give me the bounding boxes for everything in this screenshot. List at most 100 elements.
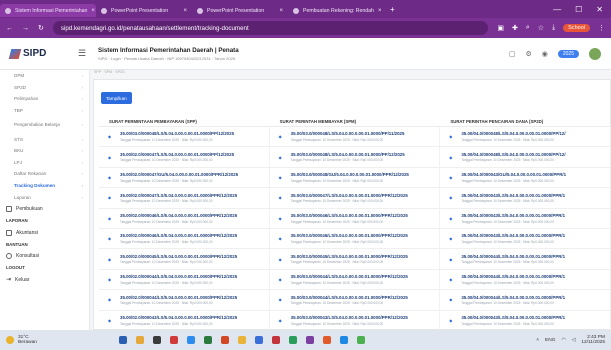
sidebar-item[interactable]: BKU ›	[0, 145, 89, 157]
volume-icon[interactable]: ◁	[572, 338, 576, 343]
cell-spp[interactable]: ◆ 35.00/02.0/000047/LS/5.04.0.00.0.00.01.…	[99, 188, 270, 208]
taskbar-app-icon[interactable]	[271, 336, 280, 344]
cell-spm[interactable]: ◆ 35.00/03.0/000047/LS/5.04.0.00.0.00.01.…	[270, 188, 441, 208]
close-window-button[interactable]: ✕	[596, 5, 603, 14]
hamburger-menu-icon[interactable]: ☰	[78, 48, 90, 59]
cell-sp2d[interactable]: ◆ 35.00/04.0/000043/LS/5.04.0.00.0.00.01.…	[440, 208, 611, 228]
settings-gear-icon[interactable]: ⚙	[525, 50, 531, 58]
sidebar-item[interactable]: Pengembalian Belanja ›	[0, 116, 89, 133]
wifi-icon[interactable]: ◠	[561, 338, 565, 343]
cell-spm[interactable]: ◆ 35.00/03.0/000048/LS/5.04.0.00.0.00.01.…	[270, 147, 441, 167]
language-indicator[interactable]: ENG	[545, 338, 555, 343]
show-button[interactable]: Tampilkan	[101, 92, 132, 104]
cell-spp[interactable]: ◆ 35.00/02.0/000044/LS/5.04.0.00.0.00.01.…	[99, 269, 270, 290]
taskbar-app-icon[interactable]	[356, 336, 365, 344]
tab-close-icon[interactable]: ×	[179, 8, 187, 14]
taskbar-app-icon[interactable]	[152, 336, 161, 344]
sipd-logo[interactable]: SIPD	[0, 48, 78, 59]
cell-spp[interactable]: ◆ 35.00/02.0/000045/LS/5.04.0.00.0.00.01.…	[99, 249, 270, 269]
cell-sp2d[interactable]: ◆ 35.00/04.0/000043/LS/5.04.0.00.0.00.01.…	[440, 188, 611, 208]
user-avatar[interactable]	[589, 47, 601, 60]
layout-icon[interactable]: ▢	[509, 50, 516, 58]
minimize-button[interactable]: —	[553, 5, 561, 14]
cell-sp2d[interactable]: ◆ 35.00/04.0/000048/LS/5.04.0.00.0.00.01.…	[440, 147, 611, 167]
year-badge[interactable]: 2025	[557, 49, 579, 58]
chevron-right-icon: ›	[81, 159, 83, 165]
weather-widget[interactable]: 31°C Berawan	[6, 335, 37, 346]
back-icon[interactable]: ←	[6, 25, 13, 32]
url-input[interactable]: sipd.kemendagri.go.id/penatausahaan/sett…	[52, 21, 489, 35]
cell-spp[interactable]: ◆ 35.00/02.0/000047/LS/5.04.0.00.0.00.01.…	[99, 147, 270, 167]
sidebar-item[interactable]: SP2D ›	[0, 82, 89, 94]
cell-spp[interactable]: ◆ 35.00/02.0/000046/LS/5.04.0.00.0.00.01.…	[99, 228, 270, 249]
sidebar-item-pembukuan[interactable]: Pembukuan	[0, 203, 89, 216]
cell-spm[interactable]: ◆ 35.00/03.0/000045/LS/5.04.0.00.0.00.01.…	[270, 249, 441, 269]
browser-tab[interactable]: Sistem Informasi Pemerintahan ×	[0, 4, 96, 17]
cell-spp[interactable]: ◆ 35.00/02.0/000046/LS/5.04.0.00.0.00.01.…	[99, 208, 270, 228]
cell-spp[interactable]: ◆ 35.00/02.0/000043/LS/5.04.0.00.0.00.01.…	[99, 310, 270, 330]
browser-tab[interactable]: PowerPoint Presentation ×	[96, 4, 192, 17]
cell-spp[interactable]: ◆ 35.00/03.0/000048/LS/5.04.0.00.0.00.01.…	[99, 127, 270, 147]
cell-spm[interactable]: ◆ 35.00/03.0/000046/LS/5.04.0.00.0.00.01.…	[270, 228, 441, 249]
cell-spp[interactable]: ◆ 35.00/02.0/000044/LS/5.04.0.00.0.00.01.…	[99, 290, 270, 310]
taskbar-app-icon[interactable]	[186, 336, 195, 344]
sidebar-item[interactable]: Laporan ›	[0, 191, 89, 203]
chevron-right-icon: ›	[81, 122, 83, 128]
taskbar-app-icon[interactable]	[254, 336, 263, 344]
document-number: 35.00/03.0/000044/LS/5.04.0.00.0.00.01.0…	[290, 294, 408, 300]
browser-tab[interactable]: PowerPoint Presentation ×	[192, 4, 288, 17]
tray-chevron-icon[interactable]: ˄	[536, 338, 539, 343]
taskbar-app-icon[interactable]	[237, 336, 246, 344]
browser-menu-icon[interactable]: ⋮	[598, 24, 605, 32]
sidebar-item-akuntansi[interactable]: Akuntansi	[0, 226, 89, 239]
cell-sp2d[interactable]: ◆ 35.00/04.0/000048/LS/5.04.0.00.0.00.01.…	[440, 127, 611, 147]
zoom-icon[interactable]: ⌕	[526, 24, 530, 32]
tab-close-icon[interactable]: ×	[87, 8, 95, 14]
cell-sp2d[interactable]: ◆ 35.00/04.0/000044/LS/5.04.0.00.0.00.01.…	[440, 249, 611, 269]
tab-close-icon[interactable]: ×	[275, 8, 283, 14]
download-icon[interactable]: ⤓	[552, 24, 555, 32]
sidebar-item-konsultasi[interactable]: Konsultasi	[0, 250, 89, 263]
browser-tab[interactable]: Pembuatan Rekening: Rendah ×	[288, 4, 384, 17]
sidebar-item[interactable]: Pelimpahan ›	[0, 93, 89, 105]
cell-spm[interactable]: ◆ 35.00/03.0/000046/LS/5.04.0.00.0.00.01.…	[270, 208, 441, 228]
help-icon[interactable]: ◉	[542, 50, 548, 58]
clock[interactable]: 2:43 PM 12/11/2025	[581, 335, 605, 346]
cell-sp2d[interactable]: ◆ 35.00/04.0/000043/GU/5.04.0.00.0.00.01.…	[440, 167, 611, 188]
cell-spm[interactable]: ◆ 35.00/03.0/000044/LS/5.04.0.00.0.00.01.…	[270, 269, 441, 290]
extensions-icon[interactable]: ✚	[512, 24, 518, 32]
cell-spp[interactable]: ◆ 35.00/02.0/000047/GU/5.04.0.00.0.00.01.…	[99, 167, 270, 188]
reload-icon[interactable]: ↻	[38, 24, 44, 32]
taskbar-app-icon[interactable]	[288, 336, 297, 344]
taskbar-app-icon[interactable]	[305, 336, 314, 344]
cell-spm[interactable]: ◆ 35.00/03.0/000048/GU/5.04.0.00.0.00.01.…	[270, 167, 441, 188]
taskbar-app-icon[interactable]	[118, 336, 127, 344]
sidebar-item[interactable]: DPM ›	[0, 70, 89, 82]
taskbar-app-icon[interactable]	[220, 336, 229, 344]
bookmark-star-icon[interactable]: ☆	[538, 24, 544, 32]
taskbar-app-icon[interactable]	[322, 336, 331, 344]
sidebar-item[interactable]: Tracking Dokumen ›	[0, 180, 89, 192]
taskbar-app-icon[interactable]	[339, 336, 348, 344]
cell-sp2d[interactable]: ◆ 35.00/04.0/000044/LS/5.04.0.00.0.00.01.…	[440, 290, 611, 310]
screenshot-icon[interactable]: ▣	[497, 24, 504, 32]
maximize-button[interactable]: ☐	[575, 5, 582, 14]
taskbar-app-icon[interactable]	[135, 336, 144, 344]
profile-button[interactable]: School	[563, 24, 590, 32]
sidebar-item[interactable]: LPJ ›	[0, 157, 89, 169]
cell-sp2d[interactable]: ◆ 35.00/04.0/000043/LS/5.04.0.00.0.00.01.…	[440, 228, 611, 249]
cell-spm[interactable]: ◆ 35.00/03.0/000043/LS/5.04.0.00.0.00.01.…	[270, 310, 441, 330]
cell-spm[interactable]: ◆ 35.00/03.0/000044/LS/5.04.0.00.0.00.01.…	[270, 290, 441, 310]
taskbar-app-icon[interactable]	[169, 336, 178, 344]
tab-close-icon[interactable]: ×	[374, 8, 382, 14]
cell-sp2d[interactable]: ◆ 35.00/04.0/000043/LS/5.04.0.00.0.00.01.…	[440, 310, 611, 330]
sidebar-item[interactable]: TBP ›	[0, 105, 89, 117]
sidebar-item-keluar[interactable]: ⇥ Keluar	[0, 273, 89, 286]
sidebar-item[interactable]: STS ›	[0, 133, 89, 145]
forward-icon[interactable]: →	[22, 25, 29, 32]
sidebar-item[interactable]: Daftar Rekanan ›	[0, 168, 89, 180]
cell-sp2d[interactable]: ◆ 35.00/04.0/000044/LS/5.04.0.00.0.00.01.…	[440, 269, 611, 290]
cell-spm[interactable]: ◆ 35.00/03.0/000048/LS/5.04.0.00.0.00.01.…	[270, 127, 441, 147]
new-tab-button[interactable]: +	[384, 5, 395, 14]
taskbar-app-icon[interactable]	[203, 336, 212, 344]
